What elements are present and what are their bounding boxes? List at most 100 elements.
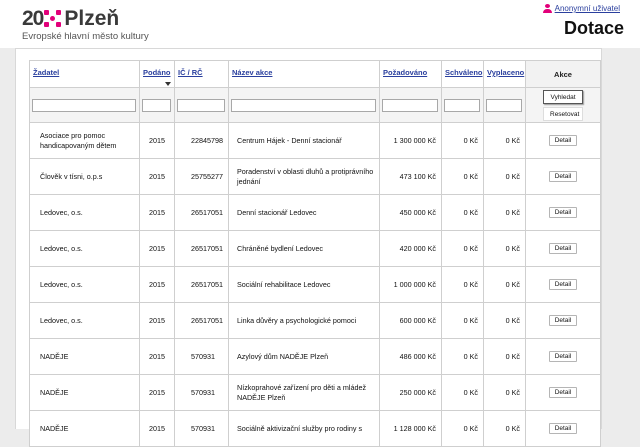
sort-ic-link[interactable]: IČ / RČ: [178, 68, 203, 77]
cell-podano: 2015: [139, 122, 175, 159]
cell-pozadovano: 600 000 Kč: [379, 302, 442, 339]
grants-table: Žadatel Podáno IČ / RČ Název akce Požado…: [29, 60, 601, 447]
table-row: Ledovec, o.s. 2015 26517051 Sociální rehabi…: [29, 266, 601, 303]
cell-akce: Detail: [525, 158, 601, 195]
table-row: Ledovec, o.s. 2015 26517051 Linka důvěry a …: [29, 302, 601, 339]
filter-pozadovano-input[interactable]: [382, 99, 438, 112]
col-pozadovano: Požadováno: [379, 60, 442, 88]
cell-schvaleno: 0 Kč: [441, 230, 484, 267]
detail-button[interactable]: Detail: [548, 135, 578, 146]
cell-schvaleno: 0 Kč: [441, 158, 484, 195]
cell-schvaleno: 0 Kč: [441, 122, 484, 159]
detail-button[interactable]: Detail: [548, 171, 578, 182]
cell-zadatel: NADĚJE: [29, 338, 140, 375]
cell-vyplaceno: 0 Kč: [483, 194, 526, 231]
cell-schvaleno: 0 Kč: [441, 302, 484, 339]
cell-zadatel: Asociace pro pomoc handicapovaným dětem: [29, 122, 140, 159]
filter-nazev-input[interactable]: [231, 99, 376, 112]
cell-pozadovano: 473 100 Kč: [379, 158, 442, 195]
search-button[interactable]: Vyhledat: [543, 90, 583, 104]
cell-ic: 26517051: [174, 194, 229, 231]
cell-podano: 2015: [139, 158, 175, 195]
cell-ic: 26517051: [174, 302, 229, 339]
filter-zadatel-input[interactable]: [32, 99, 136, 112]
filter-ic-input[interactable]: [177, 99, 225, 112]
logo-city: Plzeň: [64, 7, 120, 30]
site-header: 2015 20 Plzeň Evropské hlavní město kult…: [0, 0, 640, 48]
cell-nazev: Poradenství v oblasti dluhů a protiprávn…: [228, 158, 380, 195]
col-vyplaceno: Vyplaceno: [483, 60, 526, 88]
detail-button[interactable]: Detail: [548, 243, 578, 254]
filter-schvaleno-input[interactable]: [444, 99, 480, 112]
cell-ic: 25755277: [174, 158, 229, 195]
detail-button[interactable]: Detail: [548, 387, 578, 398]
cell-schvaleno: 0 Kč: [441, 194, 484, 231]
cell-akce: Detail: [525, 230, 601, 267]
cell-zadatel: Ledovec, o.s.: [29, 230, 140, 267]
cell-vyplaceno: 0 Kč: [483, 230, 526, 267]
cell-akce: Detail: [525, 302, 601, 339]
detail-button[interactable]: Detail: [548, 279, 578, 290]
user-icon: [542, 4, 552, 13]
col-ic: IČ / RČ: [174, 60, 229, 88]
cell-zadatel: Ledovec, o.s.: [29, 302, 140, 339]
cell-akce: Detail: [525, 410, 601, 447]
logo[interactable]: 2015 20 Plzeň: [22, 8, 119, 30]
sort-vyplaceno-link[interactable]: Vyplaceno: [487, 68, 524, 77]
table-row: Člověk v tísni, o.p.s 2015 25755277 Poraden…: [29, 158, 601, 195]
cell-podano: 2015: [139, 374, 175, 411]
detail-button[interactable]: Detail: [548, 207, 578, 218]
table-row: Ledovec, o.s. 2015 26517051 Denní stacionář…: [29, 194, 601, 231]
cell-zadatel: NADĚJE: [29, 410, 140, 447]
table-row: NADĚJE 2015 570931 Azylový dům NADĚJE Plzeň…: [29, 338, 601, 375]
cell-vyplaceno: 0 Kč: [483, 122, 526, 159]
cell-nazev: Linka důvěry a psychologické pomoci: [228, 302, 380, 339]
user-link[interactable]: Anonymní uživatel: [555, 4, 620, 13]
sort-desc-icon: [165, 82, 171, 86]
cell-ic: 26517051: [174, 266, 229, 303]
cell-schvaleno: 0 Kč: [441, 410, 484, 447]
cell-ic: 570931: [174, 410, 229, 447]
table-row: Ledovec, o.s. 2015 26517051 Chráněné bydlen…: [29, 230, 601, 267]
logo-x-icon: [44, 10, 62, 28]
detail-button[interactable]: Detail: [548, 423, 578, 434]
user-area: Anonymní uživatel: [542, 4, 620, 13]
cell-nazev: Centrum Hájek - Denní stacionář: [228, 122, 380, 159]
content-panel: Žadatel Podáno IČ / RČ Název akce Požado…: [15, 48, 602, 447]
cell-nazev: Nízkoprahové zařízení pro děti a mládež …: [228, 374, 380, 411]
filter-podano-input[interactable]: [142, 99, 171, 112]
sort-pozadovano-link[interactable]: Požadováno: [383, 68, 427, 77]
sort-zadatel-link[interactable]: Žadatel: [33, 68, 59, 77]
detail-button[interactable]: Detail: [548, 315, 578, 326]
cell-akce: Detail: [525, 374, 601, 411]
cell-vyplaceno: 0 Kč: [483, 302, 526, 339]
cell-nazev: Denní stacionář Ledovec: [228, 194, 380, 231]
reset-button[interactable]: Resetovat: [543, 107, 583, 121]
sort-podano-link[interactable]: Podáno: [143, 68, 171, 77]
cell-podano: 2015: [139, 410, 175, 447]
cell-akce: Detail: [525, 338, 601, 375]
cell-podano: 2015: [139, 194, 175, 231]
sort-nazev-link[interactable]: Název akce: [232, 68, 272, 77]
cell-vyplaceno: 0 Kč: [483, 266, 526, 303]
col-akce: Akce: [525, 60, 601, 88]
col-schvaleno: Schváleno: [441, 60, 484, 88]
akce-header: Akce: [554, 70, 572, 79]
cell-ic: 26517051: [174, 230, 229, 267]
cell-zadatel: Ledovec, o.s.: [29, 194, 140, 231]
col-zadatel: Žadatel: [29, 60, 140, 88]
filter-vyplaceno-input[interactable]: [486, 99, 522, 112]
cell-vyplaceno: 0 Kč: [483, 410, 526, 447]
filter-row: Vyhledat Resetovat: [29, 87, 601, 123]
cell-ic: 22845798: [174, 122, 229, 159]
cell-akce: Detail: [525, 194, 601, 231]
detail-button[interactable]: Detail: [548, 351, 578, 362]
logo-number-visible: 20: [22, 7, 44, 30]
col-nazev: Název akce: [228, 60, 380, 88]
cell-schvaleno: 0 Kč: [441, 374, 484, 411]
cell-nazev: Sociálně aktivizační služby pro rodiny s: [228, 410, 380, 447]
cell-schvaleno: 0 Kč: [441, 338, 484, 375]
col-podano: Podáno: [139, 60, 175, 88]
sort-schvaleno-link[interactable]: Schváleno: [445, 68, 483, 77]
cell-akce: Detail: [525, 266, 601, 303]
